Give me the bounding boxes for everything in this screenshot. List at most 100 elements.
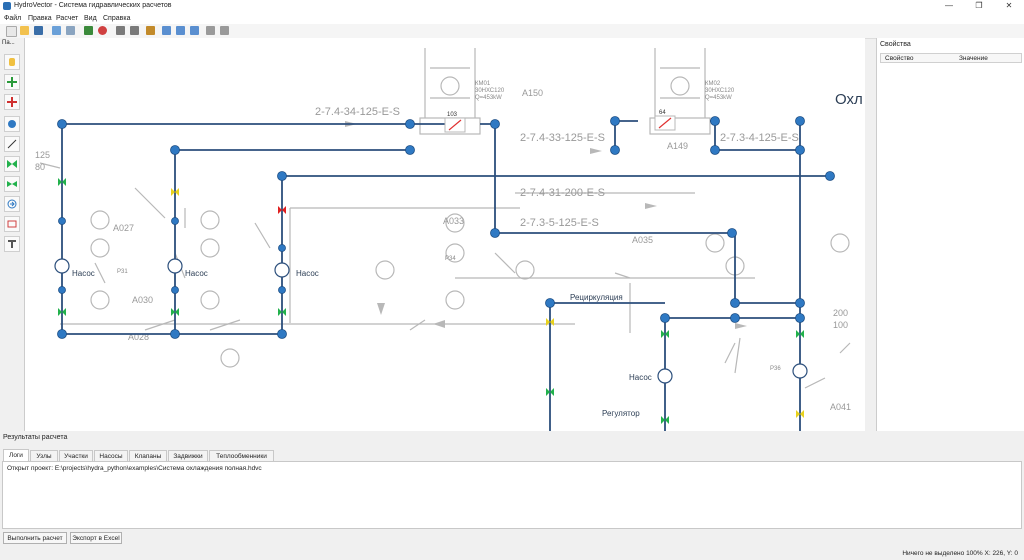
node[interactable]	[490, 119, 500, 129]
hx-left-q: Q=453kW	[475, 95, 502, 101]
pump-label: Насос	[72, 269, 95, 278]
pump[interactable]	[792, 363, 808, 379]
diagram-canvas[interactable]: 2-7.4-34-125-E-S 2-7.4-33-125-E-S 2-7.3-…	[25, 38, 865, 431]
zoom-fit-icon[interactable]	[162, 26, 171, 35]
log-output[interactable]: Открыт проект: E:\projects\hydra_python\…	[2, 461, 1022, 529]
node[interactable]	[490, 228, 500, 238]
tab-gate-valves[interactable]: Задвижки	[168, 450, 208, 461]
open-folder-icon[interactable]	[20, 26, 29, 35]
plus-green-icon	[7, 77, 17, 87]
node[interactable]	[278, 244, 286, 252]
save-icon[interactable]	[34, 26, 43, 35]
node[interactable]	[610, 145, 620, 155]
new-file-icon[interactable]	[6, 26, 17, 37]
add-source-button[interactable]	[4, 94, 20, 110]
node[interactable]	[171, 217, 179, 225]
add-node-button[interactable]	[4, 74, 20, 90]
node[interactable]	[795, 145, 805, 155]
copy-icon[interactable]	[116, 26, 125, 35]
pump-id: P36	[770, 366, 781, 372]
menu-edit[interactable]: Правка	[28, 14, 52, 23]
maximize-button[interactable]: ❐	[964, 0, 994, 12]
node[interactable]	[730, 313, 740, 323]
add-pipe-button[interactable]	[4, 136, 20, 152]
node[interactable]	[277, 171, 287, 181]
node[interactable]	[795, 116, 805, 126]
node[interactable]	[710, 116, 720, 126]
window-title: HydroVector - Система гидравлических рас…	[14, 2, 172, 9]
pump[interactable]	[274, 262, 290, 278]
node[interactable]	[58, 286, 66, 294]
menu-calc[interactable]: Расчет	[56, 14, 78, 23]
node[interactable]	[660, 313, 670, 323]
hx-right-q: Q=453kW	[705, 95, 732, 101]
valve-id: A149	[667, 141, 688, 151]
tab-logs[interactable]: Логи	[3, 449, 29, 461]
property-column-header[interactable]: Свойство	[885, 55, 914, 62]
node[interactable]	[795, 313, 805, 323]
properties-panel: Свойства Свойство Значение	[876, 38, 1024, 431]
line-icon	[7, 139, 17, 149]
grid-icon[interactable]	[52, 26, 61, 35]
add-pump-button[interactable]	[4, 196, 20, 212]
pump[interactable]	[167, 258, 183, 274]
add-heat-exchanger-button[interactable]	[4, 216, 20, 232]
circle-icon	[8, 120, 16, 128]
tool-icon[interactable]	[146, 26, 155, 35]
paste-icon[interactable]	[130, 26, 139, 35]
recirculation-label: Рециркуляция	[570, 293, 623, 302]
zoom-region-icon[interactable]	[176, 26, 185, 35]
node[interactable]	[171, 286, 179, 294]
node[interactable]	[405, 119, 415, 129]
node[interactable]	[730, 298, 740, 308]
hx-id: 64	[659, 110, 666, 116]
select-tool-button[interactable]	[4, 54, 20, 70]
menu-file[interactable]: Файл	[4, 14, 21, 23]
node[interactable]	[710, 145, 720, 155]
node[interactable]	[727, 228, 737, 238]
distribute-icon[interactable]	[220, 26, 229, 35]
node[interactable]	[825, 171, 835, 181]
hx-left-name: КМ01	[475, 81, 491, 87]
node[interactable]	[545, 298, 555, 308]
app-icon	[3, 2, 11, 10]
tab-segments[interactable]: Участки	[59, 450, 93, 461]
regulator-label: Регулятор	[602, 409, 640, 418]
layout-icon[interactable]	[66, 26, 75, 35]
pump-label: Насос	[185, 269, 208, 278]
add-valve-button[interactable]	[4, 156, 20, 172]
node[interactable]	[57, 119, 67, 129]
node[interactable]	[795, 298, 805, 308]
node[interactable]	[277, 329, 287, 339]
nodes[interactable]	[57, 116, 835, 339]
run-calculation-button[interactable]: Выполнить расчет	[3, 532, 67, 544]
node[interactable]	[57, 329, 67, 339]
tab-nodes[interactable]: Узлы	[30, 450, 58, 461]
close-button[interactable]: ✕	[994, 0, 1024, 12]
export-excel-button[interactable]: Экспорт в Excel	[70, 532, 122, 544]
menu-view[interactable]: Вид	[84, 14, 97, 23]
node[interactable]	[170, 329, 180, 339]
node[interactable]	[58, 217, 66, 225]
stop-icon[interactable]	[98, 26, 107, 35]
pump[interactable]	[657, 368, 673, 384]
node[interactable]	[170, 145, 180, 155]
value-column-header[interactable]: Значение	[959, 55, 988, 62]
node[interactable]	[278, 286, 286, 294]
align-icon[interactable]	[206, 26, 215, 35]
add-point-button[interactable]	[4, 116, 20, 132]
menu-help[interactable]: Справка	[103, 14, 130, 23]
node[interactable]	[610, 116, 620, 126]
minimize-button[interactable]: —	[934, 0, 964, 12]
add-gate-button[interactable]	[4, 176, 20, 192]
tab-pumps[interactable]: Насосы	[94, 450, 128, 461]
zoom-reset-icon[interactable]	[190, 26, 199, 35]
calculator-icon[interactable]	[84, 26, 93, 35]
hydraulic-scheme[interactable]: 2-7.4-34-125-E-S 2-7.4-33-125-E-S 2-7.3-…	[25, 38, 865, 431]
node[interactable]	[405, 145, 415, 155]
pump[interactable]	[54, 258, 70, 274]
valves[interactable]	[58, 178, 804, 424]
tab-heat-exchangers[interactable]: Теплообменники	[209, 450, 274, 461]
tab-valves[interactable]: Клапаны	[129, 450, 167, 461]
add-text-button[interactable]	[4, 236, 20, 252]
